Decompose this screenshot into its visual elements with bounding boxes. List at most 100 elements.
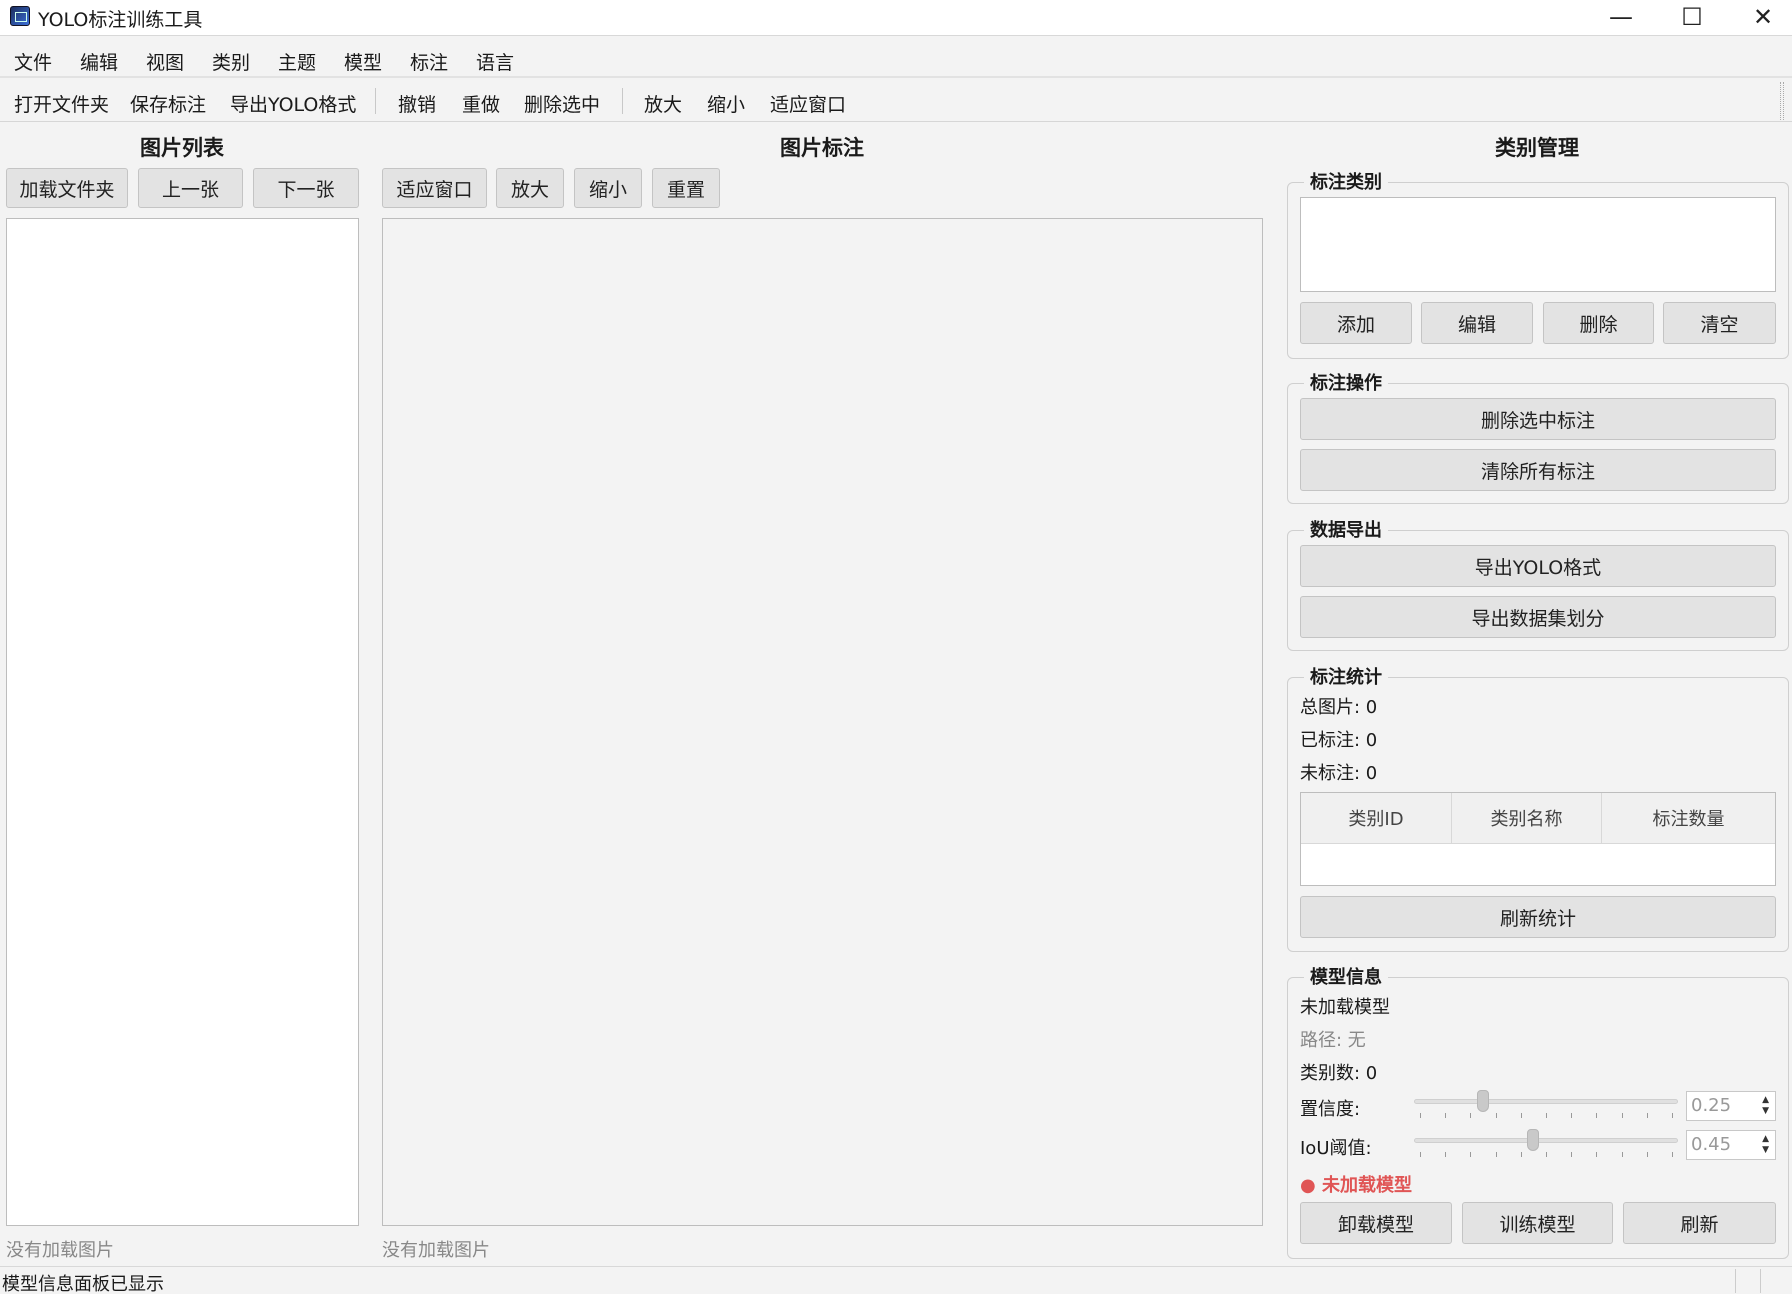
delete-selected-annotation-button[interactable]: 删除选中标注: [1300, 398, 1776, 440]
slider-tick: [1596, 1152, 1598, 1157]
iou-slider-handle[interactable]: [1527, 1129, 1540, 1151]
toolbar: 打开文件夹 保存标注 导出YOLO格式 撤销 重做 删除选中 放大 缩小 适应窗…: [0, 80, 1792, 122]
slider-tick: [1646, 1113, 1648, 1118]
class-list-group-title: 标注类别: [1304, 168, 1388, 194]
zoom-out-button[interactable]: 缩小: [574, 168, 642, 208]
toolbar-separator: [622, 88, 623, 114]
open-folder-button[interactable]: 打开文件夹: [14, 90, 109, 117]
refresh-model-button[interactable]: 刷新: [1623, 1202, 1776, 1244]
zoom-in-button[interactable]: 放大: [496, 168, 564, 208]
unload-model-button[interactable]: 卸载模型: [1300, 1202, 1452, 1244]
menu-class[interactable]: 类别: [212, 48, 250, 75]
iou-slider[interactable]: [1414, 1129, 1678, 1163]
slider-tick: [1596, 1113, 1598, 1118]
toolbar-separator: [375, 88, 376, 114]
total-images-label: 总图片: 0: [1300, 697, 1378, 718]
slider-tick: [1445, 1152, 1447, 1157]
maximize-button[interactable]: ☐: [1657, 0, 1727, 34]
toolbar-handle[interactable]: [1780, 82, 1784, 120]
class-management-title: 类别管理: [1495, 136, 1579, 160]
edit-class-button[interactable]: 编辑: [1421, 302, 1533, 344]
status-message: 模型信息面板已显示: [2, 1274, 164, 1294]
confidence-spinbox[interactable]: 0.25 ▲ ▼: [1686, 1091, 1776, 1121]
slider-tick: [1672, 1113, 1673, 1118]
class-stats-table[interactable]: 类别ID 类别名称 标注数量: [1300, 792, 1776, 886]
reset-button[interactable]: 重置: [652, 168, 720, 208]
slider-tick: [1621, 1152, 1623, 1157]
slider-tick: [1672, 1152, 1673, 1157]
class-list[interactable]: [1300, 197, 1776, 292]
refresh-stats-button[interactable]: 刷新统计: [1300, 896, 1776, 938]
annotation-canvas[interactable]: [382, 218, 1263, 1226]
confidence-slider[interactable]: [1414, 1090, 1678, 1124]
slider-tick: [1520, 1113, 1522, 1118]
menu-edit[interactable]: 编辑: [80, 48, 118, 75]
model-info-group-title: 模型信息: [1304, 963, 1388, 989]
spin-arrows-icon[interactable]: ▲ ▼: [1762, 1134, 1769, 1156]
fit-window-button[interactable]: 适应窗口: [382, 168, 487, 208]
status-divider: [1760, 1269, 1761, 1293]
load-folder-button[interactable]: 加载文件夹: [6, 168, 128, 208]
zoom-out-button[interactable]: 缩小: [707, 90, 745, 117]
table-header-class-name[interactable]: 类别名称: [1452, 793, 1602, 844]
export-yolo-button[interactable]: 导出YOLO格式: [1300, 545, 1776, 587]
slider-tick: [1495, 1152, 1497, 1157]
spin-arrows-icon[interactable]: ▲ ▼: [1762, 1095, 1769, 1117]
maximize-icon: ☐: [1681, 3, 1703, 31]
model-path-label: 路径: 无: [1300, 1030, 1366, 1051]
menu-bar: 文件 编辑 视图 类别 主题 模型 标注 语言: [0, 38, 1792, 78]
iou-value: 0.45: [1691, 1134, 1732, 1155]
delete-selected-button[interactable]: 删除选中: [524, 90, 600, 117]
zoom-in-button[interactable]: 放大: [644, 90, 682, 117]
export-dataset-split-button[interactable]: 导出数据集划分: [1300, 596, 1776, 638]
slider-tick: [1646, 1152, 1648, 1157]
minimize-button[interactable]: —: [1586, 0, 1656, 34]
confidence-label: 置信度:: [1300, 1099, 1361, 1120]
export-yolo-button[interactable]: 导出YOLO格式: [230, 90, 356, 117]
annotation-stats-group-title: 标注统计: [1304, 663, 1388, 689]
image-list-status: 没有加载图片: [6, 1240, 114, 1261]
menu-view[interactable]: 视图: [146, 48, 184, 75]
clear-all-annotations-button[interactable]: 清除所有标注: [1300, 449, 1776, 491]
status-bar: 模型信息面板已显示: [0, 1266, 1792, 1294]
fit-window-button[interactable]: 适应窗口: [770, 90, 846, 117]
undo-button[interactable]: 撤销: [398, 90, 436, 117]
next-image-button[interactable]: 下一张: [253, 168, 359, 208]
unlabeled-images-label: 未标注: 0: [1300, 763, 1378, 784]
delete-class-button[interactable]: 删除: [1543, 302, 1654, 344]
slider-tick: [1546, 1152, 1547, 1157]
data-export-group-title: 数据导出: [1304, 516, 1388, 542]
redo-button[interactable]: 重做: [462, 90, 500, 117]
confidence-value: 0.25: [1691, 1095, 1732, 1116]
image-list[interactable]: [6, 218, 359, 1226]
clear-classes-button[interactable]: 清空: [1663, 302, 1776, 344]
previous-image-button[interactable]: 上一张: [138, 168, 243, 208]
canvas-status: 没有加载图片: [382, 1240, 490, 1261]
menu-model[interactable]: 模型: [344, 48, 382, 75]
slider-tick: [1520, 1152, 1522, 1157]
train-model-button[interactable]: 训练模型: [1462, 1202, 1613, 1244]
minimize-icon: —: [1609, 3, 1633, 31]
slider-tick: [1420, 1113, 1421, 1118]
add-class-button[interactable]: 添加: [1300, 302, 1412, 344]
menu-theme[interactable]: 主题: [278, 48, 316, 75]
labeled-images-label: 已标注: 0: [1300, 730, 1378, 751]
image-list-title: 图片列表: [140, 136, 224, 160]
slider-tick: [1571, 1113, 1573, 1118]
menu-file[interactable]: 文件: [14, 48, 52, 75]
iou-ticks: [1414, 1152, 1678, 1158]
slider-tick: [1445, 1113, 1447, 1118]
confidence-ticks: [1414, 1113, 1678, 1119]
model-classes-label: 类别数: 0: [1300, 1063, 1378, 1084]
window-title: YOLO标注训练工具: [38, 9, 203, 31]
annotate-title: 图片标注: [780, 136, 864, 160]
menu-language[interactable]: 语言: [476, 48, 514, 75]
table-header-class-id[interactable]: 类别ID: [1301, 793, 1452, 844]
confidence-slider-handle[interactable]: [1477, 1090, 1489, 1112]
close-button[interactable]: ✕: [1728, 0, 1792, 34]
save-annotation-button[interactable]: 保存标注: [130, 90, 206, 117]
menu-annotate[interactable]: 标注: [410, 48, 448, 75]
slider-tick: [1470, 1113, 1472, 1118]
table-header-annotation-count[interactable]: 标注数量: [1602, 793, 1775, 844]
iou-spinbox[interactable]: 0.45 ▲ ▼: [1686, 1130, 1776, 1160]
